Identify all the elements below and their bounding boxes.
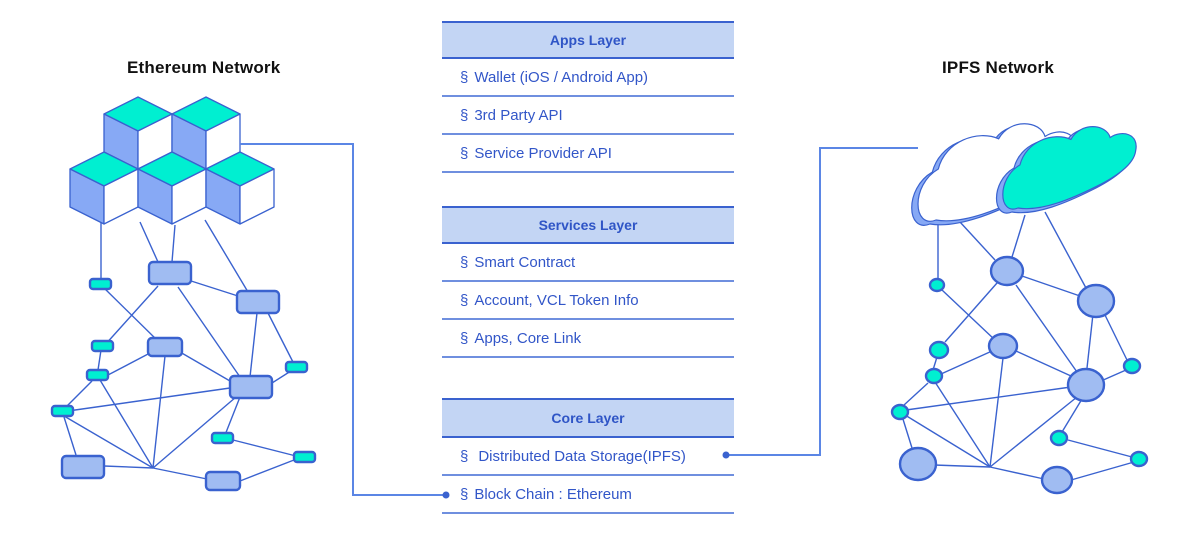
blockchain-cubes-icon: [69, 96, 275, 225]
eth-node: [147, 260, 193, 286]
eth-node: [235, 289, 281, 315]
section-bullet: §: [460, 329, 469, 347]
ethereum-network-title: Ethereum Network: [127, 58, 281, 77]
ipfs-node: [1076, 283, 1116, 319]
section-bullet: §: [460, 253, 469, 271]
eth-node: [228, 374, 274, 400]
list-item: § Distributed Data Storage(IPFS): [442, 438, 734, 476]
ipfs-node: [1066, 367, 1106, 403]
ipfs-node: [1040, 465, 1074, 495]
list-item: § Account, VCL Token Info: [442, 282, 734, 320]
ipfs-node: [987, 332, 1019, 360]
services-layer: Services Layer § Smart Contract § Account,…: [442, 206, 734, 358]
list-item: § Smart Contract: [442, 244, 734, 282]
ipfs-network-nodes: [890, 255, 1149, 495]
section-bullet: §: [460, 291, 469, 309]
item-label: Apps, Core Link: [474, 329, 582, 347]
apps-layer: Apps Layer § Wallet (iOS / Android App) §…: [442, 21, 734, 173]
ipfs-network-title: IPFS Network: [942, 58, 1054, 77]
section-bullet: §: [460, 447, 469, 465]
item-label: Block Chain : Ethereum: [474, 485, 632, 503]
eth-node: [204, 470, 242, 492]
item-label: 3rd Party API: [474, 106, 563, 124]
eth-peer: [292, 450, 317, 464]
ipfs-peer: [890, 403, 910, 421]
eth-node: [60, 454, 106, 480]
ipfs-peer: [1049, 429, 1069, 447]
eth-peer: [85, 368, 110, 382]
item-label: Distributed Data Storage(IPFS): [478, 447, 686, 465]
eth-peer: [284, 360, 309, 374]
eth-node: [146, 336, 184, 358]
item-label: Service Provider API: [474, 144, 612, 162]
section-bullet: §: [460, 144, 469, 162]
list-item: § Apps, Core Link: [442, 320, 734, 358]
core-layer-header: Core Layer: [442, 398, 734, 438]
item-label: Smart Contract: [474, 253, 576, 271]
ipfs-peer: [928, 340, 950, 360]
eth-peer: [210, 431, 235, 445]
ipfs-node: [898, 446, 938, 482]
eth-peer: [90, 339, 115, 353]
list-item: § Wallet (iOS / Android App): [442, 59, 734, 97]
ipfs-node: [989, 255, 1025, 287]
ipfs-peer: [928, 277, 946, 293]
list-item: § Block Chain : Ethereum: [442, 476, 734, 514]
services-layer-header: Services Layer: [442, 206, 734, 244]
core-layer: Core Layer § Distributed Data Storage(IPF…: [442, 398, 734, 514]
cloud-icon: [911, 123, 1137, 226]
eth-peer: [50, 404, 75, 418]
list-item: § 3rd Party API: [442, 97, 734, 135]
ipfs-peer: [1129, 450, 1149, 468]
ipfs-peer: [1122, 357, 1142, 375]
item-label: Account, VCL Token Info: [474, 291, 639, 309]
ipfs-connector-line: [727, 147, 918, 456]
apps-layer-header: Apps Layer: [442, 21, 734, 59]
ipfs-peer: [924, 367, 944, 385]
eth-peer: [88, 277, 113, 291]
list-item: § Service Provider API: [442, 135, 734, 173]
item-label: Wallet (iOS / Android App): [474, 68, 649, 86]
section-bullet: §: [460, 106, 469, 124]
section-bullet: §: [460, 485, 469, 503]
architecture-diagram: Ethereum Network IPFS Network Apps Layer…: [0, 0, 1181, 542]
section-bullet: §: [460, 68, 469, 86]
